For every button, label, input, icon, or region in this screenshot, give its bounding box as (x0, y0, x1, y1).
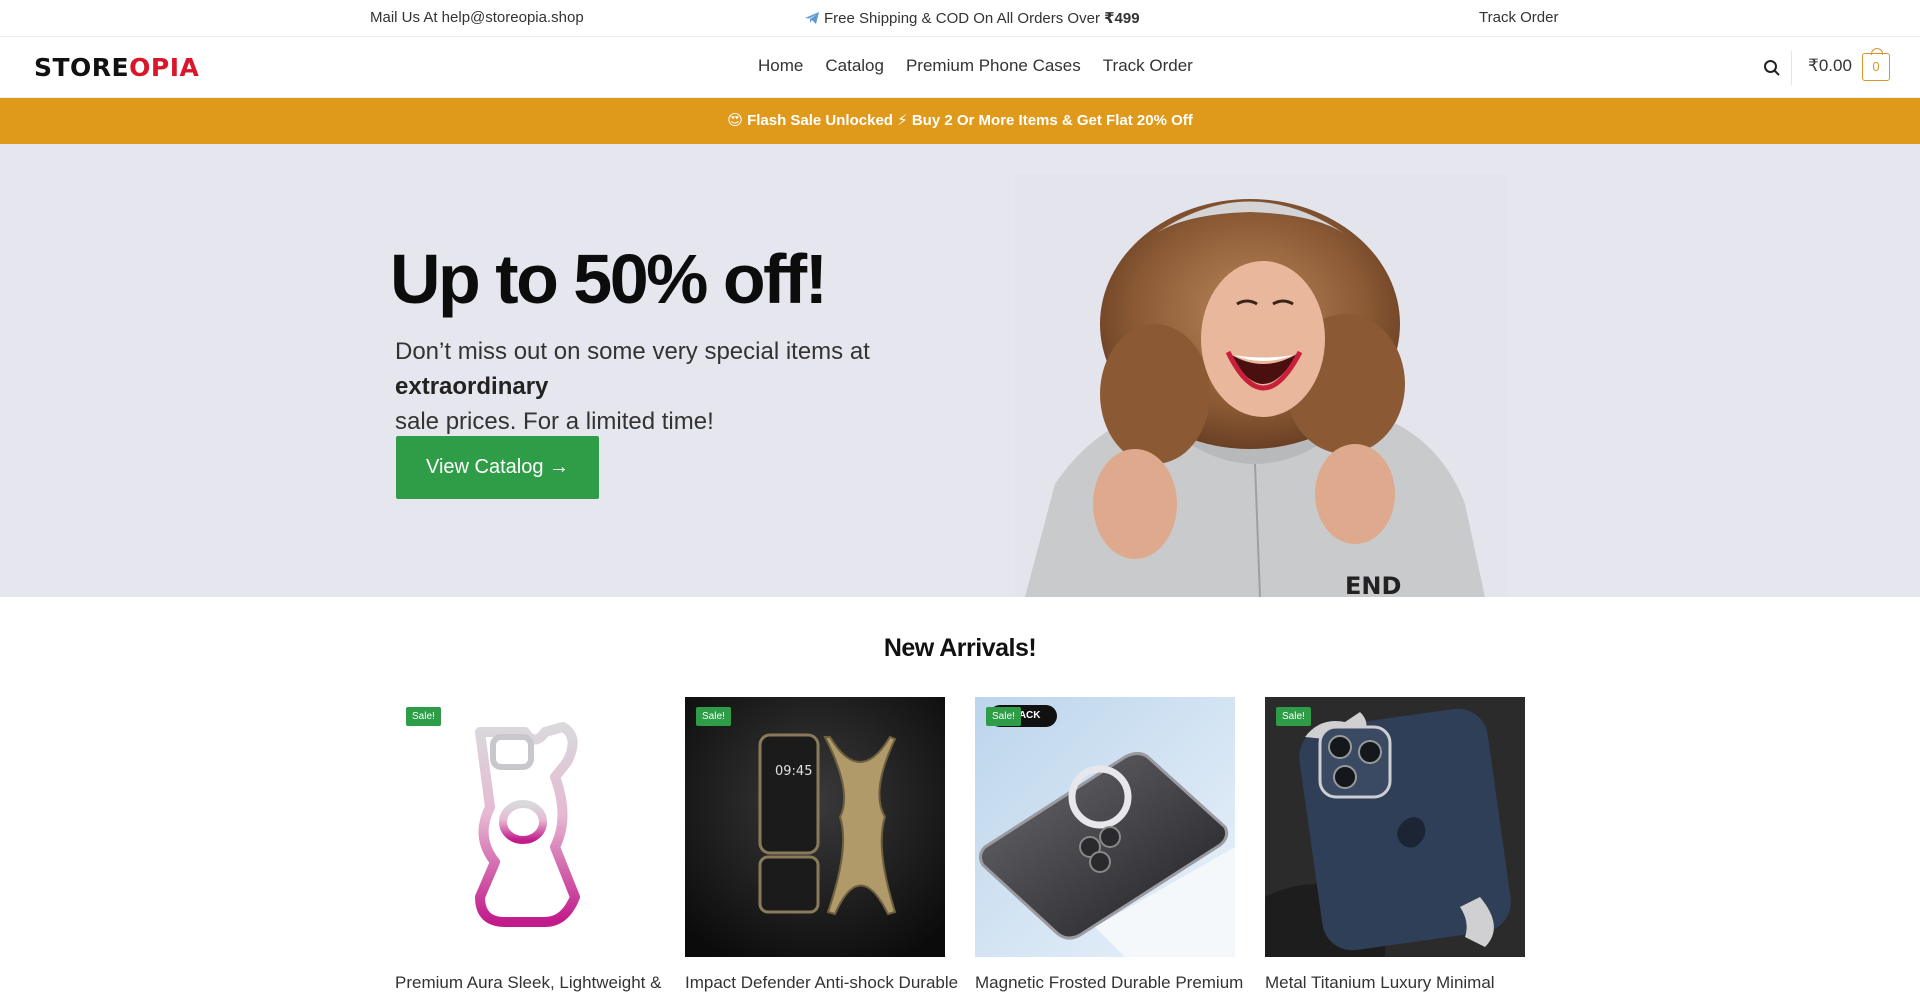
lightning-emoji: ⚡ (897, 112, 908, 129)
product-card[interactable]: Sale! BLACK Magnetic Frosted Durable Pre… (975, 697, 1243, 993)
contact-email[interactable]: Mail Us At help@storeopia.shop (370, 9, 584, 26)
flash-text-2: Buy 2 Or More Items & Get Flat 20% Off (911, 112, 1193, 129)
cart-count: 0 (1872, 59, 1880, 74)
product-image[interactable]: Sale! (395, 697, 655, 957)
product-image-art (975, 697, 1235, 957)
search-icon[interactable] (1763, 59, 1781, 77)
product-image[interactable]: Sale! BLACK (975, 697, 1235, 957)
topbar-track-order-link[interactable]: Track Order (1479, 9, 1558, 26)
product-name[interactable]: Magnetic Frosted Durable Premium (975, 973, 1243, 993)
top-info-bar: Mail Us At help@storeopia.shop Free Ship… (0, 0, 1920, 37)
hero-sub-prefix: Don’t miss out on some very special item… (395, 338, 870, 365)
product-image-art: 09:45 (685, 697, 945, 957)
shipping-amount: ₹499 (1104, 10, 1140, 27)
flash-text-1: Flash Sale Unlocked (747, 112, 893, 129)
new-arrivals-title: New Arrivals! (883, 634, 1037, 662)
sale-badge: Sale! (1276, 707, 1311, 726)
sale-badge: Sale! (696, 707, 731, 726)
product-image-art (395, 697, 655, 957)
airplane-icon (805, 12, 819, 24)
hero-banner: Up to 50% off! Don’t miss out on some ve… (0, 144, 1920, 597)
shipping-notice: Free Shipping & COD On All Orders Over ₹… (804, 9, 1140, 27)
product-card[interactable]: Sale! Premium Aura Sleek, Lightweight & (395, 697, 661, 993)
hero-title: Up to 50% off! (390, 240, 828, 318)
header-divider (1791, 51, 1792, 85)
product-name[interactable]: Impact Defender Anti-shock Durable (685, 973, 958, 993)
logo-accent-text: OPIA (129, 53, 200, 82)
product-image[interactable]: Sale! 09:45 (685, 697, 945, 957)
phone-screen-time: 09:45 (775, 764, 812, 779)
hero-sub-suffix: sale prices. For a limited time! (395, 408, 714, 435)
nav-catalog[interactable]: Catalog (825, 56, 884, 76)
view-catalog-button[interactable]: View Catalog → (396, 436, 599, 499)
product-card[interactable]: Sale! 09:45 Impact Defender Anti-shock D… (685, 697, 958, 993)
heart-eyes-emoji: 😍 (727, 112, 743, 129)
cart-total[interactable]: ₹0.00 (1808, 56, 1852, 76)
cart-bag-icon[interactable]: 0 (1862, 48, 1890, 81)
site-header: STOREOPIA Home Catalog Premium Phone Cas… (0, 37, 1920, 98)
nav-track-order[interactable]: Track Order (1103, 56, 1193, 76)
nav-home[interactable]: Home (758, 56, 803, 76)
flash-sale-banner: 😍 Flash Sale Unlocked ⚡ Buy 2 Or More It… (0, 98, 1920, 144)
product-name[interactable]: Premium Aura Sleek, Lightweight & (395, 973, 661, 993)
product-grid: Sale! Premium Aura Sleek, Lightweight & … (395, 697, 1525, 993)
sale-badge: Sale! (406, 707, 441, 726)
product-image[interactable]: Sale! (1265, 697, 1525, 957)
nav-premium-phone-cases[interactable]: Premium Phone Cases (906, 56, 1081, 76)
shipping-text: Free Shipping & COD On All Orders Over (824, 10, 1100, 27)
hero-subtitle: Don’t miss out on some very special item… (395, 334, 995, 439)
product-card[interactable]: Sale! Metal Titanium Luxury Minimal (1265, 697, 1525, 993)
shirt-print-text: END (1345, 572, 1401, 597)
hero-sub-bold: extraordinary (395, 373, 549, 400)
hero-model-image: END (1015, 174, 1507, 597)
product-image-art (1265, 697, 1525, 957)
product-name[interactable]: Metal Titanium Luxury Minimal (1265, 973, 1525, 993)
main-nav: Home Catalog Premium Phone Cases Track O… (758, 56, 1193, 76)
logo-main-text: STORE (34, 53, 130, 82)
site-logo[interactable]: STOREOPIA (34, 53, 199, 82)
sale-badge: Sale! (986, 707, 1021, 726)
